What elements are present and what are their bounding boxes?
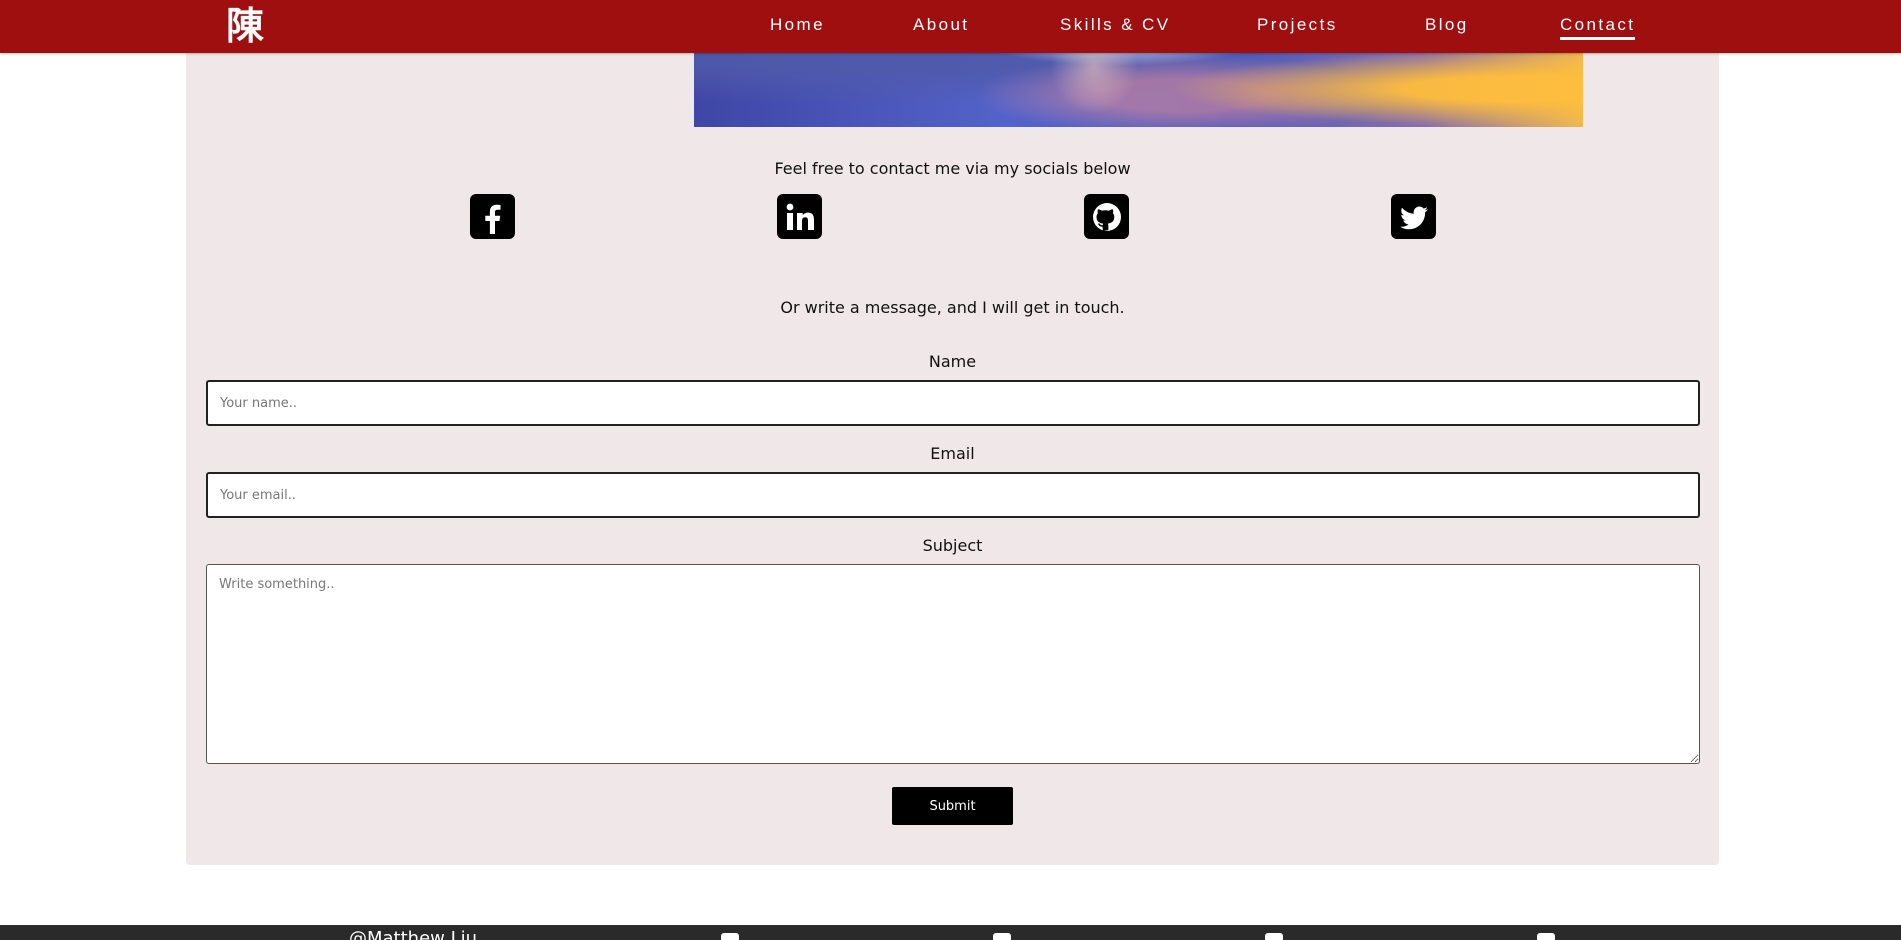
subject-label: Subject xyxy=(922,536,983,555)
nav-about[interactable]: About xyxy=(913,15,969,35)
facebook-icon[interactable] xyxy=(470,194,515,239)
name-field[interactable] xyxy=(206,380,1700,426)
footer-facebook-icon[interactable] xyxy=(721,933,739,940)
site-footer: @Matthew Liu xyxy=(0,925,1901,940)
message-intro-text: Or write a message, and I will get in to… xyxy=(780,298,1125,317)
nav-projects[interactable]: Projects xyxy=(1257,15,1338,35)
footer-copyright: @Matthew Liu xyxy=(349,928,478,940)
footer-linkedin-icon[interactable] xyxy=(993,933,1011,940)
footer-twitter-icon[interactable] xyxy=(1537,933,1555,940)
nav-contact[interactable]: Contact xyxy=(1560,15,1636,40)
nav-blog[interactable]: Blog xyxy=(1425,15,1469,35)
nav-home[interactable]: Home xyxy=(770,15,825,35)
contact-card: Feel free to contact me via my socials b… xyxy=(186,0,1719,865)
name-label: Name xyxy=(928,352,977,371)
social-links xyxy=(186,194,1719,239)
email-field[interactable] xyxy=(206,472,1700,518)
github-icon[interactable] xyxy=(1084,194,1129,239)
top-navbar: 陳 Home About Skills & CV Projects Blog C… xyxy=(0,0,1901,53)
subject-textarea[interactable] xyxy=(206,564,1700,764)
footer-github-icon[interactable] xyxy=(1265,933,1283,940)
socials-intro-text: Feel free to contact me via my socials b… xyxy=(774,159,1131,178)
nav-skills-cv[interactable]: Skills & CV xyxy=(1060,15,1170,35)
email-label: Email xyxy=(930,444,975,463)
twitter-icon[interactable] xyxy=(1391,194,1436,239)
linkedin-icon[interactable] xyxy=(777,194,822,239)
submit-button[interactable]: Submit xyxy=(892,787,1013,825)
site-logo[interactable]: 陳 xyxy=(226,2,264,50)
